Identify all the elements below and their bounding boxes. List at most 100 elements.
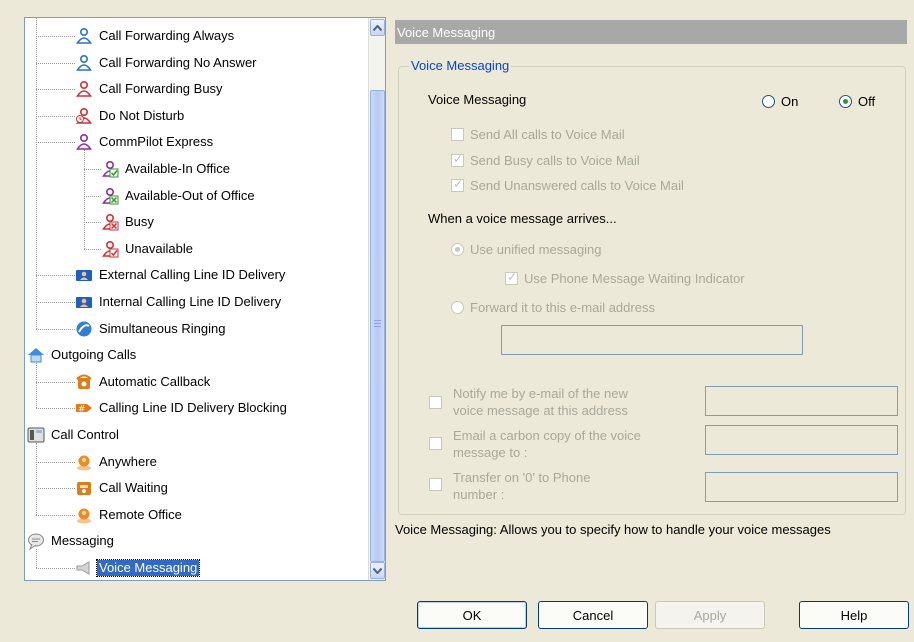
check-mark-icon: ✓ (453, 152, 464, 166)
tree-item-label: Calling Line ID Delivery Blocking (99, 400, 287, 415)
forward-email-input[interactable] (501, 325, 803, 355)
tree-connector (36, 462, 75, 463)
tree-connector (36, 329, 75, 330)
tree-item-voice-messaging[interactable]: Voice Messaging (75, 557, 201, 579)
email-cc-label-1: Email a carbon copy of the voice (453, 428, 641, 443)
grip-line (374, 323, 381, 324)
tree-item-simultaneous-ringing[interactable]: Simultaneous Ringing (75, 318, 227, 340)
check-mark-icon: ✓ (507, 270, 518, 284)
off-label[interactable]: Off (858, 94, 875, 109)
tree-connector (36, 18, 37, 329)
tree-connector (84, 196, 101, 197)
tree-item-label: Busy (125, 214, 154, 229)
tree-item-call-waiting[interactable]: Call Waiting (75, 477, 170, 499)
person-cross-icon (101, 187, 119, 205)
send-busy-checkbox[interactable]: ✓ (451, 152, 464, 167)
transfer-zero-label-2: number : (453, 487, 505, 502)
apply-button[interactable]: Apply (655, 601, 765, 629)
tree-connector (36, 408, 75, 409)
tree-connector (36, 89, 75, 90)
email-cc-label-2: message to : (453, 445, 528, 460)
person-check-icon (101, 160, 119, 178)
transfer-zero-label-1: Transfer on '0' to Phone (453, 470, 591, 485)
megaphone-icon (75, 559, 93, 577)
on-radio[interactable] (762, 95, 775, 108)
person-dnd-icon (75, 107, 93, 125)
use-unified-label: Use unified messaging (470, 242, 602, 257)
tree-item-do-not-disturb[interactable]: Do Not Disturb (75, 105, 186, 127)
scroll-thumb[interactable] (370, 90, 385, 562)
tree-item-anywhere[interactable]: Anywhere (75, 451, 159, 473)
tree-item-automatic-callback[interactable]: Automatic Callback (75, 371, 212, 393)
radio-selected-dot (455, 247, 460, 252)
tree-scrollbar[interactable] (368, 18, 385, 580)
tree-connector (36, 363, 37, 408)
tree-item-available-in-office[interactable]: Available-In Office (101, 158, 232, 180)
tree-item-commpilot-express[interactable]: CommPilot Express (75, 131, 215, 153)
tree-connector (84, 222, 101, 223)
radio-selected-dot (843, 99, 848, 104)
tree-item-label: Remote Office (99, 507, 182, 522)
tree-item-call-control[interactable]: Call Control (27, 424, 121, 446)
email-cc-input[interactable] (705, 425, 898, 455)
transfer-zero-checkbox[interactable] (429, 478, 442, 491)
tree-item-label: Outgoing Calls (51, 347, 137, 362)
tree-item-external-calling-line-id-delivery[interactable]: External Calling Line ID Delivery (75, 264, 287, 286)
forward-email-label: Forward it to this e-mail address (470, 300, 655, 315)
forward-email-radio[interactable] (451, 301, 464, 314)
tree-item-internal-calling-line-id-delivery[interactable]: Internal Calling Line ID Delivery (75, 291, 283, 313)
tree-item-label: Voice Messaging (95, 559, 201, 577)
notify-email-checkbox[interactable] (429, 396, 442, 409)
notify-email-label-2: voice message at this address (453, 403, 628, 418)
tree-item-label: Simultaneous Ringing (99, 321, 226, 336)
transfer-phone-input[interactable] (705, 472, 898, 502)
group-title: Voice Messaging (409, 58, 512, 73)
use-mwi-checkbox[interactable]: ✓ (505, 270, 518, 285)
send-all-checkbox[interactable] (451, 128, 464, 141)
phone-waiting-icon (75, 479, 93, 497)
tree-connector (84, 150, 85, 249)
feature-tree[interactable]: Call Forwarding Always Call Forwarding No… (24, 17, 386, 581)
person-forward-icon (75, 54, 93, 72)
help-button[interactable]: Help (799, 601, 909, 629)
tree-item-label: CommPilot Express (99, 134, 214, 149)
send-unanswered-checkbox[interactable]: ✓ (451, 177, 464, 192)
on-label[interactable]: On (781, 94, 798, 109)
use-unified-radio[interactable] (451, 243, 464, 256)
send-busy-label: Send Busy calls to Voice Mail (470, 153, 640, 168)
email-cc-checkbox[interactable] (429, 437, 442, 450)
tree-connector (36, 116, 75, 117)
tree-item-label: Internal Calling Line ID Delivery (99, 294, 282, 309)
tree-item-remote-office[interactable]: Remote Office (75, 504, 184, 526)
tree-connector (36, 36, 75, 37)
svg-text:#: # (78, 405, 86, 415)
person-express-icon (75, 133, 93, 151)
tree-item-busy[interactable]: Busy (101, 211, 156, 233)
notify-email-input[interactable] (705, 386, 898, 416)
ok-button[interactable]: OK (417, 601, 527, 629)
tree-connector (84, 249, 101, 250)
tree-item-label: Call Control (51, 427, 119, 442)
phone-callback-icon (75, 373, 93, 391)
tree-item-call-forwarding-always[interactable]: Call Forwarding Always (75, 25, 236, 47)
tree-item-outgoing-calls[interactable]: Outgoing Calls (27, 344, 138, 366)
tree-item-call-forwarding-no-answer[interactable]: Call Forwarding No Answer (75, 52, 259, 74)
tree-item-unavailable[interactable]: Unavailable (101, 238, 195, 260)
desk-phone-icon (27, 426, 45, 444)
tree-connector (36, 568, 75, 569)
hash-block-icon: # (75, 399, 93, 417)
status-description: Voice Messaging: Allows you to specify h… (395, 522, 831, 537)
off-radio[interactable] (839, 95, 852, 108)
cancel-button[interactable]: Cancel (538, 601, 648, 629)
tree-item-calling-line-id-delivery-blocking[interactable]: # Calling Line ID Delivery Blocking (75, 397, 289, 419)
person-busy-icon (101, 213, 119, 231)
tree-connector (36, 549, 37, 568)
feature-tree-items: Call Forwarding Always Call Forwarding No… (25, 18, 369, 580)
tree-item-messaging[interactable]: Messaging (27, 530, 116, 552)
tree-item-call-forwarding-busy[interactable]: Call Forwarding Busy (75, 78, 225, 100)
tree-item-available-out-of-office[interactable]: Available-Out of Office (101, 185, 257, 207)
house-icon (27, 346, 45, 364)
scroll-up-button[interactable] (370, 19, 385, 36)
scroll-down-button[interactable] (370, 562, 385, 579)
person-unavailable-icon (101, 240, 119, 258)
